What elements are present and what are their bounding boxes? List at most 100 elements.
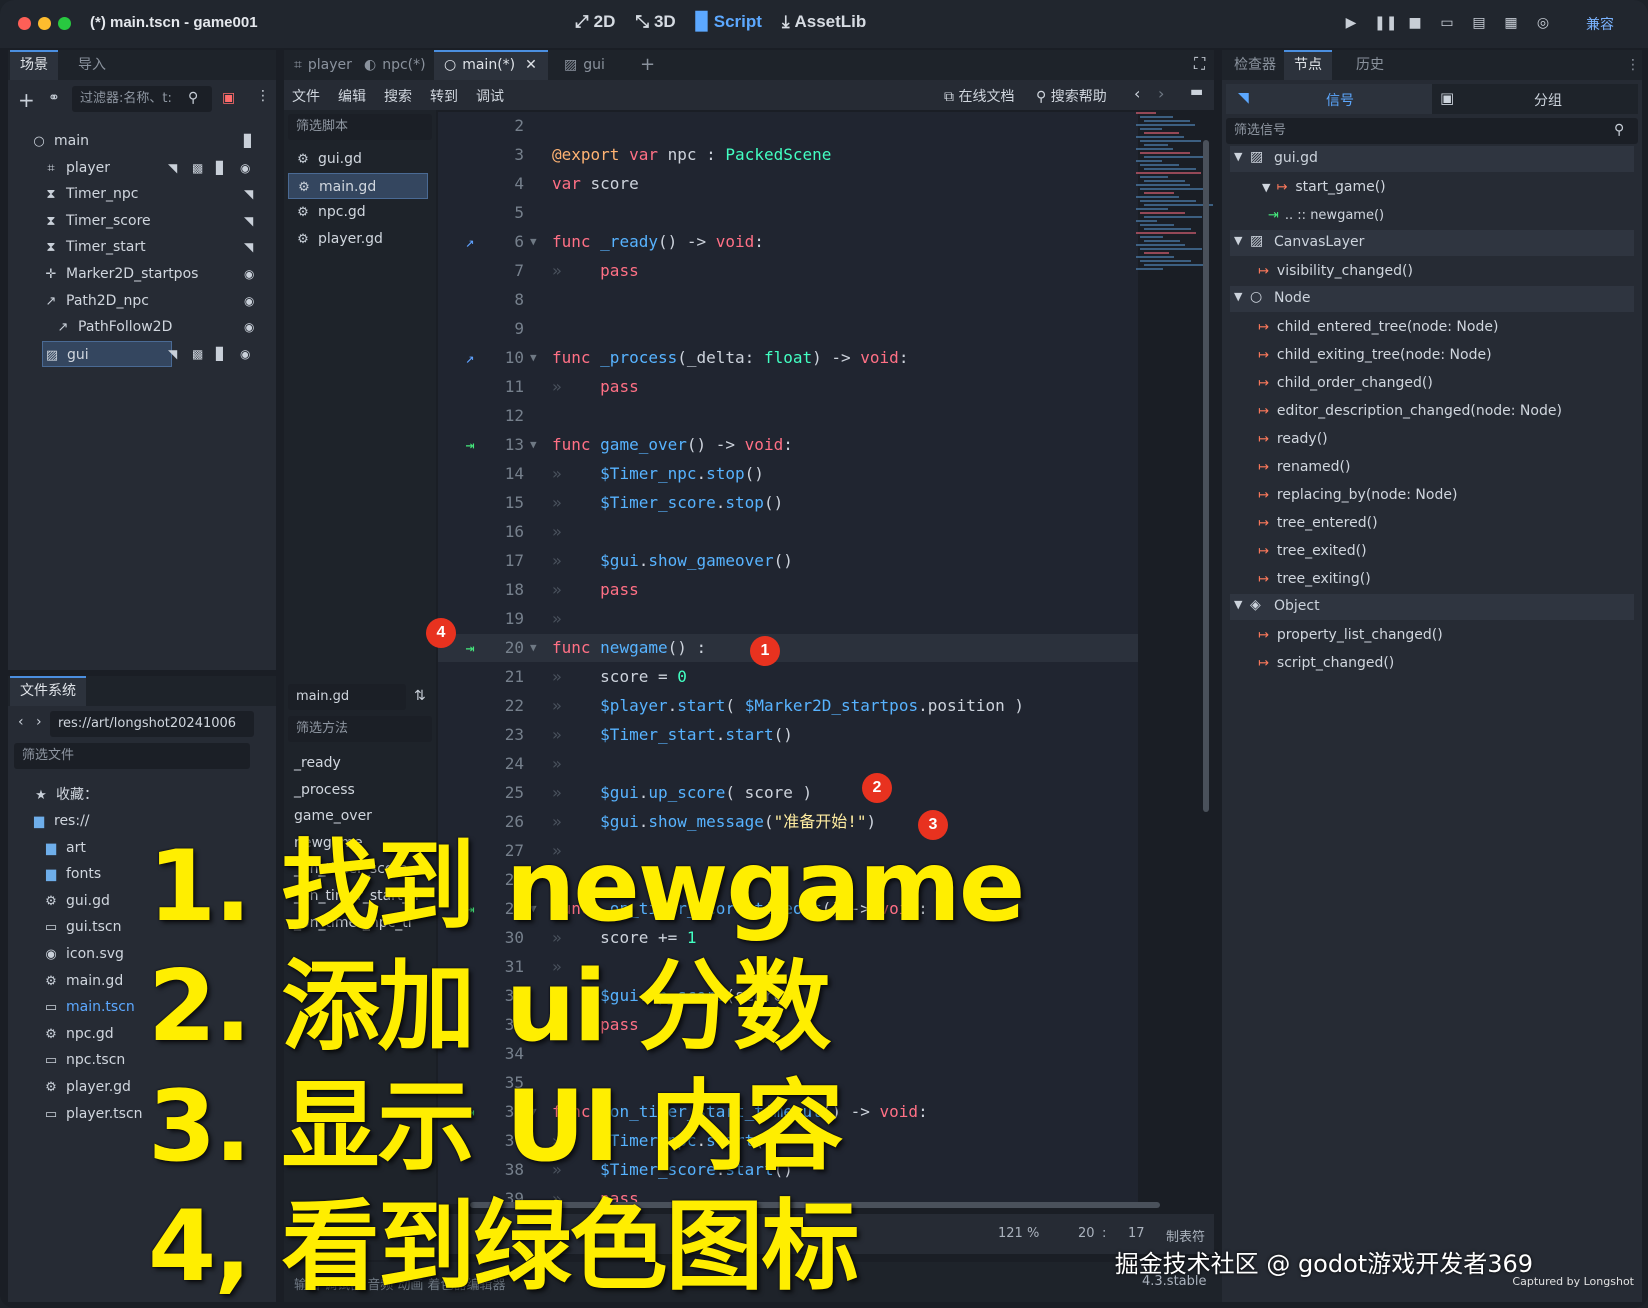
signal-item[interactable]: ↦ child_exiting_tree(node: Node) <box>1258 342 1492 369</box>
search-help-link[interactable]: ⚲ 搜索帮助 <box>1036 86 1107 106</box>
toggle-panel-icon[interactable]: ▬ <box>1190 84 1203 100</box>
signal-item[interactable]: ↦ child_entered_tree(node: Node) <box>1258 314 1498 341</box>
signal-connected-icon[interactable]: ⇥ <box>458 431 482 459</box>
method-list-item[interactable]: _process <box>294 777 355 803</box>
signal-item[interactable]: ↦ replacing_by(node: Node) <box>1258 482 1457 509</box>
signal-group-object[interactable]: ▼ ◈ Object <box>1230 594 1634 620</box>
script-icon[interactable]: ▊ <box>216 161 225 175</box>
close-window-button[interactable] <box>18 17 31 30</box>
zoom-level[interactable]: 121 % <box>998 1226 1039 1241</box>
signal-item[interactable]: ↦ script_changed() <box>1258 650 1394 677</box>
visibility-icon[interactable]: ◉ <box>240 347 250 361</box>
renderer-compat-button[interactable]: 兼容 <box>1586 14 1614 34</box>
scene-node-timer_score[interactable]: ⧗ Timer_score <box>42 208 150 234</box>
forward-icon[interactable]: › <box>36 714 42 730</box>
signal-connection[interactable]: ⇥ .. :: newgame() <box>1268 202 1384 229</box>
signal-icon[interactable]: ◉ <box>244 267 254 281</box>
editor-tab-1[interactable]: ◐ npc(*) <box>354 50 436 80</box>
fold-arrow-icon[interactable]: ▼ <box>530 228 537 256</box>
editor-tab-3[interactable]: ▨ gui <box>554 50 615 80</box>
script-list-item[interactable]: ⚙ player.gd <box>288 226 434 252</box>
file-item[interactable]: ⚙ main.gd <box>42 968 123 994</box>
signal-item[interactable]: ↦ visibility_changed() <box>1258 258 1413 285</box>
signal-item[interactable]: ↦ editor_description_changed(node: Node) <box>1258 398 1562 425</box>
tab-node[interactable]: 节点 <box>1284 50 1332 80</box>
signal-group-node[interactable]: ▼ ○ Node <box>1230 286 1634 312</box>
tab-history[interactable]: 历史 <box>1346 50 1394 80</box>
signal-item[interactable]: ↦ renamed() <box>1258 454 1350 481</box>
visibility-icon[interactable]: ◉ <box>240 161 250 175</box>
file-item[interactable]: ▆ art <box>42 835 86 861</box>
path-field[interactable]: res://art/longshot20241006 <box>50 711 254 737</box>
mode-2d[interactable]: ⤢ 2D <box>575 12 615 32</box>
script-attach-icon[interactable]: ▣ <box>222 90 235 106</box>
next-script-icon[interactable]: › <box>1158 84 1164 103</box>
script-list-item[interactable]: ⚙ main.gd <box>288 172 428 199</box>
tab-scene[interactable]: 场景 <box>10 50 58 80</box>
fold-arrow-icon[interactable]: ▼ <box>530 431 537 459</box>
override-icon[interactable]: ↗ <box>458 228 482 256</box>
online-docs-link[interactable]: ⧉ 在线文档 <box>944 86 1014 106</box>
method-list-item[interactable]: _ready <box>294 750 341 776</box>
play-icon[interactable]: ▶ <box>1342 14 1360 32</box>
signals-tab[interactable]: ◥ 信号 <box>1226 84 1432 114</box>
close-icon[interactable]: ✕ <box>525 57 537 73</box>
tab-filesystem[interactable]: 文件系统 <box>10 676 86 706</box>
editor-tab-0[interactable]: ⌗ player <box>284 50 362 80</box>
add-node-icon[interactable]: + <box>18 88 35 112</box>
script-list-item[interactable]: ⚙ gui.gd <box>288 146 434 172</box>
file-item[interactable]: ⚙ gui.gd <box>42 888 110 914</box>
stop-icon[interactable]: ■ <box>1406 14 1424 32</box>
signal-connected-icon[interactable]: ⇥ <box>458 634 482 662</box>
file-item[interactable]: ▆ res:// <box>30 808 90 834</box>
scene-node-timer_start[interactable]: ⧗ Timer_start <box>42 234 145 260</box>
file-item[interactable]: ▭ player.tscn <box>42 1101 143 1127</box>
file-item[interactable]: ⚙ npc.gd <box>42 1021 114 1047</box>
group-icon[interactable]: ▩ <box>192 161 203 175</box>
menu-item[interactable]: 文件 <box>292 86 320 106</box>
maximize-window-button[interactable] <box>58 17 71 30</box>
file-item[interactable]: ▭ main.tscn <box>42 994 135 1020</box>
sort-icon[interactable]: ⇅ <box>414 688 426 704</box>
signal-icon[interactable]: ▊ <box>244 134 253 148</box>
more-icon[interactable]: ⋮ <box>256 88 270 104</box>
more-icon[interactable]: ⋮ <box>1616 50 1648 80</box>
mode-3d[interactable]: ⤡ 3D <box>635 12 675 32</box>
signal-filter-input[interactable]: 筛选信号 <box>1226 118 1638 144</box>
fold-arrow-icon[interactable]: ▼ <box>530 344 537 372</box>
indent-mode[interactable]: 制表符 <box>1166 1226 1205 1245</box>
editor-tab-2[interactable]: ○ main(*) ✕ <box>434 50 548 80</box>
tab-import[interactable]: 导入 <box>68 50 116 80</box>
file-item[interactable]: ▆ fonts <box>42 861 101 887</box>
group-icon[interactable]: ▩ <box>192 347 203 361</box>
scene-node-path2d_npc[interactable]: ↗ Path2D_npc <box>42 288 149 314</box>
file-item[interactable]: ⚙ player.gd <box>42 1074 131 1100</box>
signal-icon[interactable]: ◥ <box>168 347 177 361</box>
play-scene-icon[interactable]: ▤ <box>1470 14 1488 32</box>
signal-item[interactable]: ↦ tree_exiting() <box>1258 566 1371 593</box>
scene-node-gui[interactable]: ▨ gui <box>42 340 172 367</box>
groups-tab[interactable]: 分组 <box>1534 90 1562 110</box>
menu-item[interactable]: 转到 <box>430 86 458 106</box>
signal-item[interactable]: ↦ child_order_changed() <box>1258 370 1433 397</box>
signal-icon[interactable]: ◥ <box>244 214 253 228</box>
scene-node-main[interactable]: ○ main <box>30 128 89 154</box>
signal-item[interactable]: ↦ tree_entered() <box>1258 510 1378 537</box>
signal-item[interactable]: ▼ ↦ start_game() <box>1262 174 1386 201</box>
scene-node-timer_npc[interactable]: ⧗ Timer_npc <box>42 181 138 207</box>
menu-item[interactable]: 搜索 <box>384 86 412 106</box>
scene-node-pathfollow2d[interactable]: ↗ PathFollow2D <box>54 314 173 340</box>
method-list-item[interactable]: game_over <box>294 803 372 829</box>
override-icon[interactable]: ↗ <box>458 344 482 372</box>
signal-icon[interactable]: ◉ <box>244 320 254 334</box>
script-list-item[interactable]: ⚙ npc.gd <box>288 199 434 225</box>
back-icon[interactable]: ‹ <box>18 714 24 730</box>
mode-assetlib[interactable]: ⤓ AssetLib <box>782 12 866 32</box>
signal-icon[interactable]: ◥ <box>168 161 177 175</box>
file-item[interactable]: ▭ npc.tscn <box>42 1047 125 1073</box>
signal-icon[interactable]: ◥ <box>244 187 253 201</box>
favorites-row[interactable]: ★ 收藏： <box>32 782 98 808</box>
script-filter-input[interactable]: 筛选脚本 <box>288 114 432 140</box>
fullscreen-icon[interactable]: ⛶ <box>1194 54 1205 74</box>
prev-script-icon[interactable]: ‹ <box>1134 84 1140 103</box>
